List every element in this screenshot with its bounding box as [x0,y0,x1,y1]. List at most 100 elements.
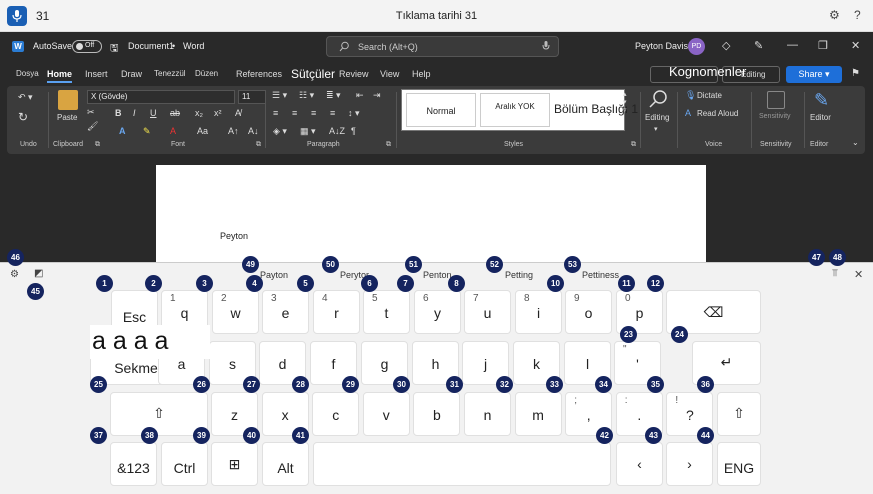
key-b[interactable]: b [413,392,461,436]
autosave-toggle[interactable]: Off [72,40,102,53]
share-button[interactable]: Share ▾ [786,66,842,83]
redo-icon[interactable]: ↻ [18,110,28,124]
superscript-button[interactable]: x² [214,108,222,118]
tab-file[interactable]: Dosya [16,69,39,78]
tab-design[interactable]: Tenezzül [154,69,186,78]
voice-number-badge[interactable]: 39 [193,427,210,444]
dictate-label[interactable]: Dictate [697,91,722,100]
key-n[interactable]: n [464,392,511,436]
change-case-icon[interactable]: Aa [197,126,208,136]
read-aloud-icon[interactable]: A [685,108,691,118]
sensitivity-button-label[interactable]: Sensitivity [759,113,791,120]
style-heading-1[interactable]: Bölüm Başlığı 1 [554,93,638,127]
voice-number-badge[interactable]: 45 [27,283,44,300]
voice-number-badge[interactable]: 1 [96,275,113,292]
voice-number-badge[interactable]: 12 [647,275,664,292]
voice-number-badge[interactable]: 4 [246,275,263,292]
align-left-icon[interactable]: ≡ [273,108,278,118]
styles-scroll-icon[interactable]: ▴ ▾ ▿ [623,90,627,114]
key-c[interactable]: c [312,392,360,436]
suggestion[interactable]: Petting [505,270,533,280]
restore-icon[interactable]: ❐ [818,39,828,52]
suggestion[interactable]: Payton [260,270,288,280]
voice-number-badge[interactable]: 42 [596,427,613,444]
chevron-down-icon[interactable]: ▾ [654,125,658,133]
clear-formatting-icon[interactable]: A̸ [235,108,241,118]
voice-number-badge[interactable]: 36 [697,376,714,393]
language-key[interactable]: ENG [717,442,761,486]
alt-key[interactable]: Alt [262,442,309,486]
voice-number-badge[interactable]: 35 [647,376,664,393]
read-aloud-label[interactable]: Read Aloud [697,109,738,118]
voice-number-badge[interactable]: 31 [446,376,463,393]
subscript-button[interactable]: x₂ [195,108,203,118]
voice-number-badge[interactable]: 29 [342,376,359,393]
sensitivity-icon[interactable] [767,91,785,109]
tab-layout[interactable]: Düzen [195,69,218,78]
highlight-icon[interactable]: ✎ [143,126,151,137]
gear-icon[interactable]: ⚙ [829,8,840,22]
left-arrow-key[interactable]: ‹ [616,442,663,486]
minimize-icon[interactable]: — [787,39,798,51]
diamond-icon[interactable]: ◇ [722,39,730,52]
key-i[interactable]: 8i [515,290,562,334]
line-spacing-icon[interactable]: ↕ ▾ [348,108,360,119]
tab-draw[interactable]: Draw [121,69,142,79]
voice-number-badge[interactable]: 46 [7,249,24,266]
decrease-indent-icon[interactable]: ⇤ [356,90,364,101]
justify-icon[interactable]: ≡ [330,108,335,118]
format-painter-icon[interactable]: 🖌 [87,121,98,132]
voice-number-badge[interactable]: 6 [361,275,378,292]
microphone-icon[interactable] [542,40,550,52]
voice-number-badge[interactable]: 8 [448,275,465,292]
voice-number-badge[interactable]: 37 [90,427,107,444]
voice-number-badge[interactable]: 52 [486,256,503,273]
close-icon[interactable]: ✕ [851,39,860,52]
collapse-ribbon-icon[interactable]: ⌄ [852,138,859,147]
voice-number-badge[interactable]: 24 [671,326,688,343]
voice-number-badge[interactable]: 48 [829,249,846,266]
voice-number-badge[interactable]: 50 [322,256,339,273]
dialog-launcher-icon[interactable]: ⧉ [631,141,636,149]
voice-number-badge[interactable]: 41 [292,427,309,444]
bullets-icon[interactable]: ☰ ▾ [272,90,287,101]
numbering-icon[interactable]: ☷ ▾ [299,90,314,101]
voice-number-badge[interactable]: 26 [193,376,210,393]
shading-icon[interactable]: ◈ ▾ [273,126,287,137]
search-box[interactable]: Search (Alt+Q) [326,36,559,57]
key-v[interactable]: v [362,392,410,436]
dock-icon[interactable]: ⫪ [832,268,838,279]
voice-number-badge[interactable]: 43 [645,427,662,444]
style-normal[interactable]: Normal [406,93,476,127]
shrink-font-icon[interactable]: A↓ [248,126,259,136]
font-name-select[interactable]: X (Gövde) [87,90,235,104]
ctrl-key[interactable]: Ctrl [161,442,208,486]
increase-indent-icon[interactable]: ⇥ [373,90,381,101]
pen-icon[interactable]: ✎ [754,39,763,52]
voice-number-badge[interactable]: 2 [145,275,162,292]
voice-number-badge[interactable]: 49 [242,256,259,273]
feedback-icon[interactable]: ⚑ [851,68,860,79]
font-size-select[interactable]: 11 [238,90,266,104]
voice-number-badge[interactable]: 47 [808,249,825,266]
editing-group-label[interactable]: Editing [645,113,669,122]
voice-number-badge[interactable]: 10 [547,275,564,292]
italic-button[interactable]: I [133,108,136,118]
voice-number-badge[interactable]: 25 [90,376,107,393]
find-icon[interactable] [648,89,668,109]
multilevel-list-icon[interactable]: ≣ ▾ [326,90,341,101]
strikethrough-button[interactable]: ab [170,108,180,118]
space-key[interactable] [313,442,611,486]
dialog-launcher-icon[interactable]: ⧉ [95,141,100,149]
voice-number-badge[interactable]: 32 [496,376,513,393]
dialog-launcher-icon[interactable]: ⧉ [386,141,391,149]
cut-icon[interactable]: ✂ [87,107,95,118]
key-r[interactable]: 4r [313,290,360,334]
voice-number-badge[interactable]: 7 [397,275,414,292]
voice-number-badge[interactable]: 51 [405,256,422,273]
editor-icon[interactable]: ✎ [814,90,829,111]
dictate-icon[interactable]: 🎙 [685,90,696,101]
voice-number-badge[interactable]: 40 [243,427,260,444]
tab-references[interactable]: References [236,69,282,79]
voice-number-badge[interactable]: 53 [564,256,581,273]
